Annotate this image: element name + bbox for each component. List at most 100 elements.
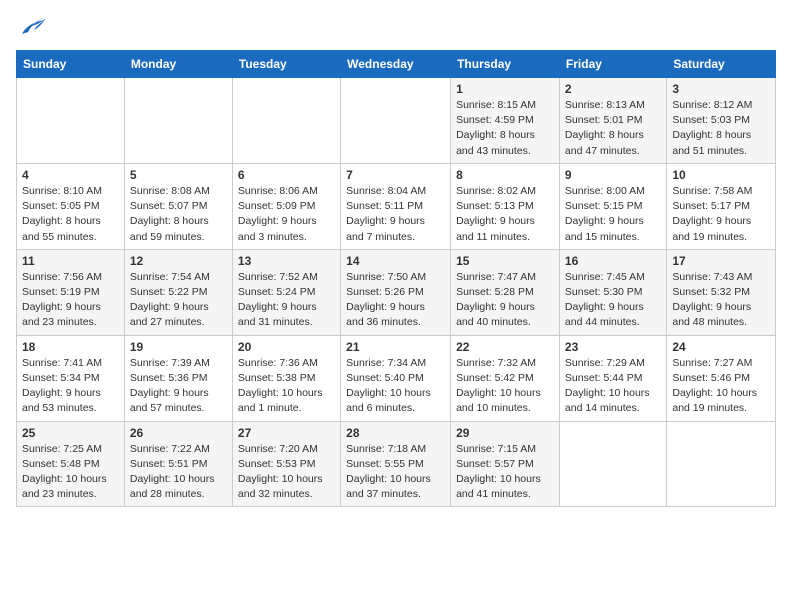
calendar-cell: 29Sunrise: 7:15 AMSunset: 5:57 PMDayligh… xyxy=(451,421,560,507)
day-number: 13 xyxy=(238,254,335,268)
calendar-cell: 13 Sunrise: 7:52 AMSunset: 5:24 PMDayligh… xyxy=(232,249,340,335)
day-info: Sunrise: 8:12 AMSunset: 5:03 PMDaylight:… xyxy=(672,98,770,159)
header-sunday: Sunday xyxy=(17,51,125,78)
calendar-cell: 27 Sunrise: 7:20 AMSunset: 5:53 PMDayligh… xyxy=(232,421,340,507)
calendar-cell: 5 Sunrise: 8:08 AMSunset: 5:07 PMDaylight… xyxy=(124,163,232,249)
calendar-cell: 3 Sunrise: 8:12 AMSunset: 5:03 PMDaylight… xyxy=(667,78,776,164)
calendar-cell xyxy=(667,421,776,507)
day-number: 24 xyxy=(672,340,770,354)
day-number: 25 xyxy=(22,426,119,440)
header-monday: Monday xyxy=(124,51,232,78)
header-thursday: Thursday xyxy=(451,51,560,78)
header-wednesday: Wednesday xyxy=(341,51,451,78)
day-info: Sunrise: 7:32 AMSunset: 5:42 PMDaylight:… xyxy=(456,356,554,417)
calendar-cell: 15 Sunrise: 7:47 AMSunset: 5:28 PMDayligh… xyxy=(451,249,560,335)
day-info: Sunrise: 8:02 AMSunset: 5:13 PMDaylight:… xyxy=(456,184,554,245)
calendar-cell: 16 Sunrise: 7:45 AMSunset: 5:30 PMDayligh… xyxy=(559,249,666,335)
page-header xyxy=(16,16,776,38)
logo-bird-icon xyxy=(18,16,46,38)
calendar-cell: 10 Sunrise: 7:58 AMSunset: 5:17 PMDayligh… xyxy=(667,163,776,249)
header-tuesday: Tuesday xyxy=(232,51,340,78)
day-info: Sunrise: 7:20 AMSunset: 5:53 PMDaylight:… xyxy=(238,442,335,503)
calendar-week-4: 18Sunrise: 7:41 AMSunset: 5:34 PMDayligh… xyxy=(17,335,776,421)
calendar-cell: 21Sunrise: 7:34 AMSunset: 5:40 PMDayligh… xyxy=(341,335,451,421)
day-info: Sunrise: 7:54 AMSunset: 5:22 PMDaylight:… xyxy=(130,270,227,331)
day-number: 26 xyxy=(130,426,227,440)
day-info: Sunrise: 7:34 AMSunset: 5:40 PMDaylight:… xyxy=(346,356,445,417)
day-number: 17 xyxy=(672,254,770,268)
day-number: 10 xyxy=(672,168,770,182)
header-saturday: Saturday xyxy=(667,51,776,78)
day-info: Sunrise: 8:08 AMSunset: 5:07 PMDaylight:… xyxy=(130,184,227,245)
header-friday: Friday xyxy=(559,51,666,78)
day-info: Sunrise: 7:58 AMSunset: 5:17 PMDaylight:… xyxy=(672,184,770,245)
day-info: Sunrise: 8:00 AMSunset: 5:15 PMDaylight:… xyxy=(565,184,661,245)
calendar-cell: 8 Sunrise: 8:02 AMSunset: 5:13 PMDaylight… xyxy=(451,163,560,249)
calendar-cell: 2 Sunrise: 8:13 AMSunset: 5:01 PMDaylight… xyxy=(559,78,666,164)
calendar-cell: 23 Sunrise: 7:29 AMSunset: 5:44 PMDayligh… xyxy=(559,335,666,421)
day-info: Sunrise: 7:47 AMSunset: 5:28 PMDaylight:… xyxy=(456,270,554,331)
day-info: Sunrise: 8:15 AMSunset: 4:59 PMDaylight:… xyxy=(456,98,554,159)
day-number: 22 xyxy=(456,340,554,354)
day-number: 14 xyxy=(346,254,445,268)
day-number: 9 xyxy=(565,168,661,182)
day-number: 19 xyxy=(130,340,227,354)
day-info: Sunrise: 7:29 AMSunset: 5:44 PMDaylight:… xyxy=(565,356,661,417)
calendar-cell: 28Sunrise: 7:18 AMSunset: 5:55 PMDayligh… xyxy=(341,421,451,507)
calendar-week-2: 4 Sunrise: 8:10 AMSunset: 5:05 PMDaylight… xyxy=(17,163,776,249)
day-number: 5 xyxy=(130,168,227,182)
day-number: 3 xyxy=(672,82,770,96)
day-info: Sunrise: 8:06 AMSunset: 5:09 PMDaylight:… xyxy=(238,184,335,245)
day-info: Sunrise: 7:39 AMSunset: 5:36 PMDaylight:… xyxy=(130,356,227,417)
day-number: 1 xyxy=(456,82,554,96)
day-info: Sunrise: 7:25 AMSunset: 5:48 PMDaylight:… xyxy=(22,442,119,503)
day-number: 6 xyxy=(238,168,335,182)
calendar-cell: 9 Sunrise: 8:00 AMSunset: 5:15 PMDaylight… xyxy=(559,163,666,249)
day-number: 16 xyxy=(565,254,661,268)
day-info: Sunrise: 7:45 AMSunset: 5:30 PMDaylight:… xyxy=(565,270,661,331)
calendar-cell: 22 Sunrise: 7:32 AMSunset: 5:42 PMDayligh… xyxy=(451,335,560,421)
logo xyxy=(16,16,46,38)
calendar-cell: 11 Sunrise: 7:56 AMSunset: 5:19 PMDayligh… xyxy=(17,249,125,335)
calendar-cell: 4 Sunrise: 8:10 AMSunset: 5:05 PMDaylight… xyxy=(17,163,125,249)
day-number: 29 xyxy=(456,426,554,440)
day-number: 4 xyxy=(22,168,119,182)
calendar-table: SundayMondayTuesdayWednesdayThursdayFrid… xyxy=(16,50,776,507)
day-number: 8 xyxy=(456,168,554,182)
day-info: Sunrise: 8:04 AMSunset: 5:11 PMDaylight:… xyxy=(346,184,445,245)
calendar-cell: 19 Sunrise: 7:39 AMSunset: 5:36 PMDayligh… xyxy=(124,335,232,421)
day-number: 2 xyxy=(565,82,661,96)
day-info: Sunrise: 7:41 AMSunset: 5:34 PMDaylight:… xyxy=(22,356,119,417)
calendar-cell: 7Sunrise: 8:04 AMSunset: 5:11 PMDaylight… xyxy=(341,163,451,249)
day-info: Sunrise: 7:43 AMSunset: 5:32 PMDaylight:… xyxy=(672,270,770,331)
day-info: Sunrise: 8:10 AMSunset: 5:05 PMDaylight:… xyxy=(22,184,119,245)
day-info: Sunrise: 7:22 AMSunset: 5:51 PMDaylight:… xyxy=(130,442,227,503)
calendar-header-row: SundayMondayTuesdayWednesdayThursdayFrid… xyxy=(17,51,776,78)
day-info: Sunrise: 7:27 AMSunset: 5:46 PMDaylight:… xyxy=(672,356,770,417)
day-info: Sunrise: 7:18 AMSunset: 5:55 PMDaylight:… xyxy=(346,442,445,503)
calendar-cell xyxy=(341,78,451,164)
day-number: 23 xyxy=(565,340,661,354)
day-number: 27 xyxy=(238,426,335,440)
calendar-cell xyxy=(559,421,666,507)
calendar-cell: 6 Sunrise: 8:06 AMSunset: 5:09 PMDaylight… xyxy=(232,163,340,249)
calendar-cell xyxy=(17,78,125,164)
calendar-week-5: 25 Sunrise: 7:25 AMSunset: 5:48 PMDayligh… xyxy=(17,421,776,507)
day-info: Sunrise: 7:52 AMSunset: 5:24 PMDaylight:… xyxy=(238,270,335,331)
day-number: 15 xyxy=(456,254,554,268)
calendar-cell xyxy=(232,78,340,164)
calendar-cell: 25 Sunrise: 7:25 AMSunset: 5:48 PMDayligh… xyxy=(17,421,125,507)
day-number: 12 xyxy=(130,254,227,268)
calendar-week-1: 1 Sunrise: 8:15 AMSunset: 4:59 PMDaylight… xyxy=(17,78,776,164)
day-number: 20 xyxy=(238,340,335,354)
calendar-cell: 17 Sunrise: 7:43 AMSunset: 5:32 PMDayligh… xyxy=(667,249,776,335)
calendar-cell xyxy=(124,78,232,164)
calendar-cell: 20 Sunrise: 7:36 AMSunset: 5:38 PMDayligh… xyxy=(232,335,340,421)
day-info: Sunrise: 8:13 AMSunset: 5:01 PMDaylight:… xyxy=(565,98,661,159)
calendar-cell: 18Sunrise: 7:41 AMSunset: 5:34 PMDayligh… xyxy=(17,335,125,421)
day-number: 11 xyxy=(22,254,119,268)
day-info: Sunrise: 7:50 AMSunset: 5:26 PMDaylight:… xyxy=(346,270,445,331)
calendar-cell: 12 Sunrise: 7:54 AMSunset: 5:22 PMDayligh… xyxy=(124,249,232,335)
day-info: Sunrise: 7:56 AMSunset: 5:19 PMDaylight:… xyxy=(22,270,119,331)
day-info: Sunrise: 7:36 AMSunset: 5:38 PMDaylight:… xyxy=(238,356,335,417)
